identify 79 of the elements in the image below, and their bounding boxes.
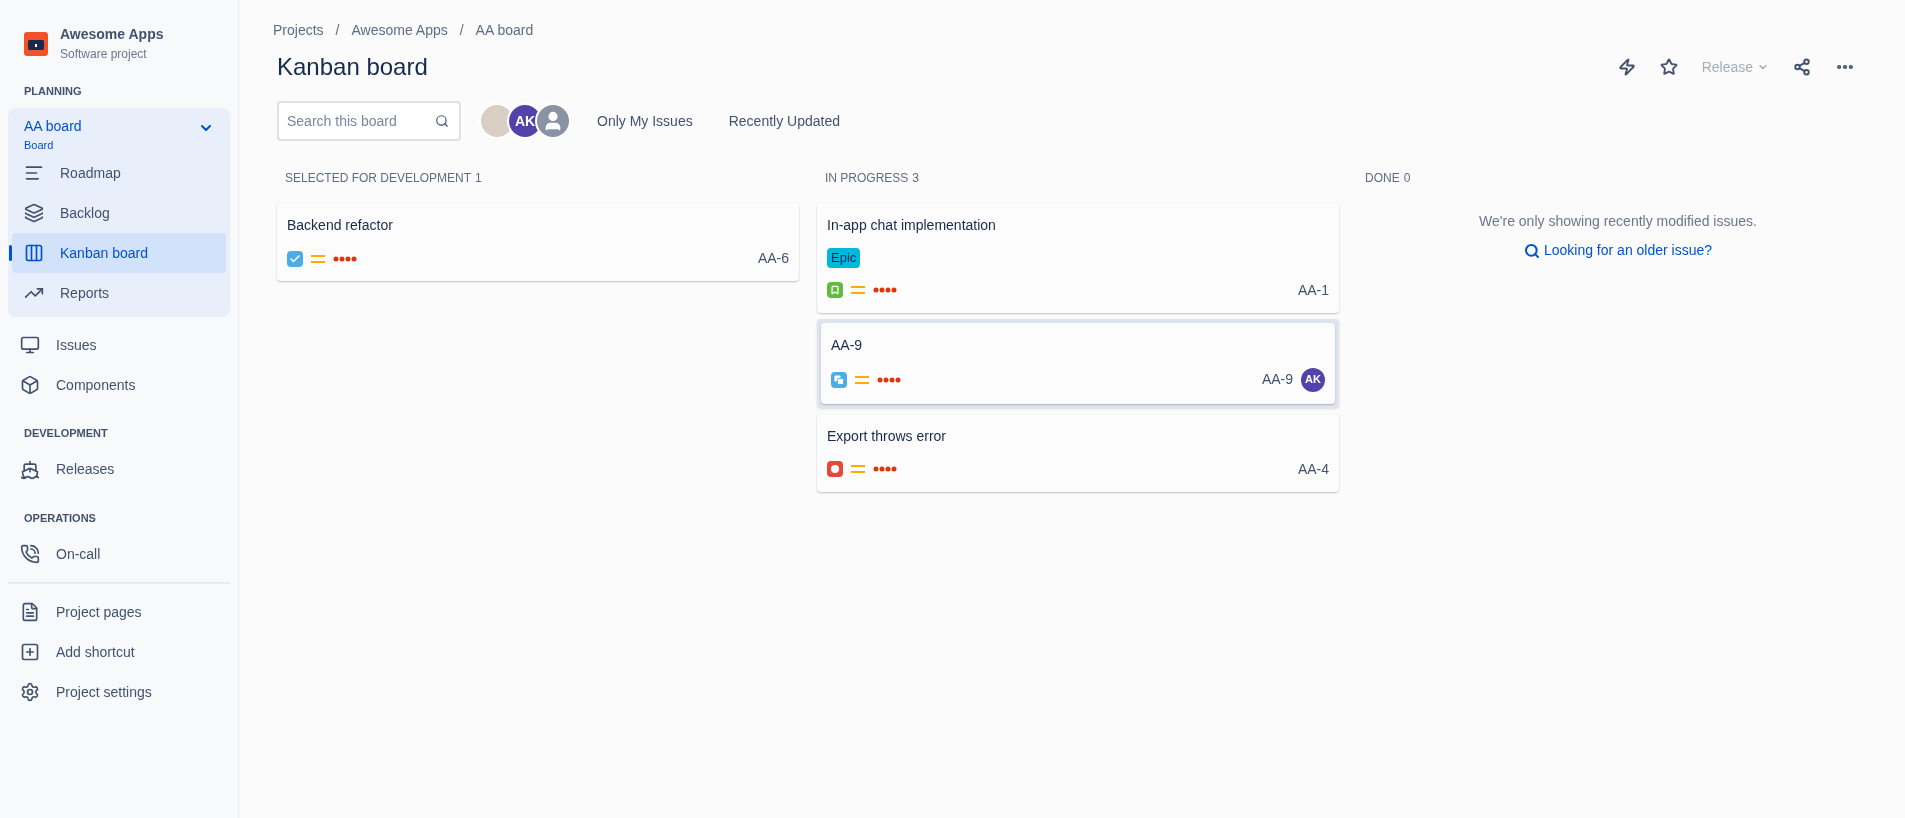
- search-icon: [435, 114, 449, 128]
- section-heading: PLANNING: [23, 84, 83, 99]
- issue-card[interactable]: Export throws error AA-4: [817, 413, 1339, 492]
- person-avatar-icon[interactable]: [537, 105, 569, 137]
- project-logo-icon: [24, 31, 48, 56]
- lightning-icon[interactable]: [1617, 58, 1636, 76]
- quick-filter[interactable]: Recently Updated: [720, 110, 848, 132]
- star-icon[interactable]: [1659, 58, 1678, 76]
- dots-icon: [873, 287, 897, 293]
- sidebar-item[interactable]: On-call: [8, 534, 230, 574]
- older-issue-link[interactable]: Looking for an older issue?: [1523, 240, 1713, 261]
- sidebar-item[interactable]: Add shortcut: [8, 632, 230, 672]
- assignee-avatar[interactable]: AK: [1301, 367, 1325, 392]
- priority-icon: [311, 253, 325, 264]
- breadcrumb-separator: /: [458, 21, 465, 40]
- columns-icon: [24, 243, 44, 263]
- lines-icon: [24, 163, 44, 183]
- sidebar-item[interactable]: Backlog: [12, 193, 226, 233]
- circle-square-icon: [827, 461, 843, 477]
- issue-card[interactable]: In-app chat implementation Epic AA-1: [817, 203, 1339, 313]
- issue-key: AA-6: [757, 248, 789, 269]
- checkbox-icon: [287, 250, 303, 267]
- issue-summary: In-app chat implementation: [827, 216, 997, 235]
- breadcrumb-separator: /: [334, 21, 341, 40]
- column-title: SELECTED FOR DEVELOPMENT: [285, 170, 472, 187]
- user-avatar[interactable]: AK: [509, 105, 541, 137]
- share-icon[interactable]: [1793, 58, 1811, 76]
- issue-key: AA-4: [1297, 458, 1329, 480]
- sidebar-item[interactable]: Kanban board: [12, 233, 226, 273]
- monitor-icon: [20, 335, 40, 355]
- issue-key: AA-9: [1261, 369, 1293, 390]
- issue-summary: Backend refactor: [287, 216, 394, 235]
- empty-message: We're only showing recently modified issues.: [1479, 212, 1757, 231]
- overlapping-squares-icon: [831, 371, 847, 388]
- sidebar-item[interactable]: Issues: [8, 325, 230, 365]
- sidebar-item[interactable]: Project pages: [8, 592, 230, 632]
- epic-label: Epic: [827, 248, 861, 268]
- issue-card[interactable]: AA-9 AA-9 AK: [817, 318, 1339, 408]
- issue-card[interactable]: Backend refactor AA-6: [277, 203, 799, 281]
- document-icon: [20, 602, 40, 622]
- issue-summary: AA-9: [831, 335, 864, 355]
- priority-icon: [851, 464, 865, 474]
- dots-icon: [873, 466, 897, 472]
- quick-filter[interactable]: Only My Issues: [589, 110, 701, 132]
- section-heading: DEVELOPMENT: [23, 426, 109, 441]
- breadcrumb-link[interactable]: AA board: [475, 20, 534, 41]
- project-type: Software project: [60, 46, 148, 63]
- board-switcher[interactable]: AA board Board: [12, 111, 226, 153]
- column-title: DONE: [1365, 170, 1400, 187]
- project-name: Awesome Apps: [60, 25, 164, 44]
- settings-icon: [20, 682, 40, 702]
- breadcrumb-link[interactable]: Awesome Apps: [351, 20, 448, 41]
- column-title: IN PROGRESS: [825, 170, 909, 187]
- ship-icon: [20, 459, 40, 480]
- dots-icon: [877, 376, 901, 383]
- bookmark-icon: [827, 282, 843, 298]
- sidebar-item[interactable]: Roadmap: [12, 153, 226, 193]
- issue-key: AA-1: [1297, 279, 1329, 301]
- phone-icon: [20, 544, 40, 564]
- column-count: 3: [912, 170, 920, 187]
- column-count: 1: [475, 170, 482, 187]
- box-icon: [20, 375, 40, 395]
- sidebar-item[interactable]: Project settings: [8, 672, 230, 712]
- search-field[interactable]: Search this board: [277, 101, 461, 141]
- square-plus-icon: [20, 642, 40, 662]
- page-title: Kanban board: [277, 52, 428, 82]
- search-icon: [1523, 242, 1540, 259]
- section-heading: OPERATIONS: [23, 510, 97, 526]
- dots-icon: [333, 255, 357, 262]
- column-count: 0: [1403, 170, 1411, 187]
- breadcrumb-link[interactable]: Projects: [273, 20, 324, 41]
- sidebar-item[interactable]: Releases: [8, 449, 230, 490]
- priority-icon: [855, 374, 869, 385]
- sidebar-item[interactable]: Components: [8, 365, 230, 405]
- sidebar-item[interactable]: Reports: [12, 273, 226, 313]
- layers-icon: [24, 203, 44, 223]
- priority-icon: [851, 285, 865, 295]
- avatar-photo-placeholder[interactable]: [481, 105, 513, 137]
- issue-summary: Export throws error: [827, 426, 948, 446]
